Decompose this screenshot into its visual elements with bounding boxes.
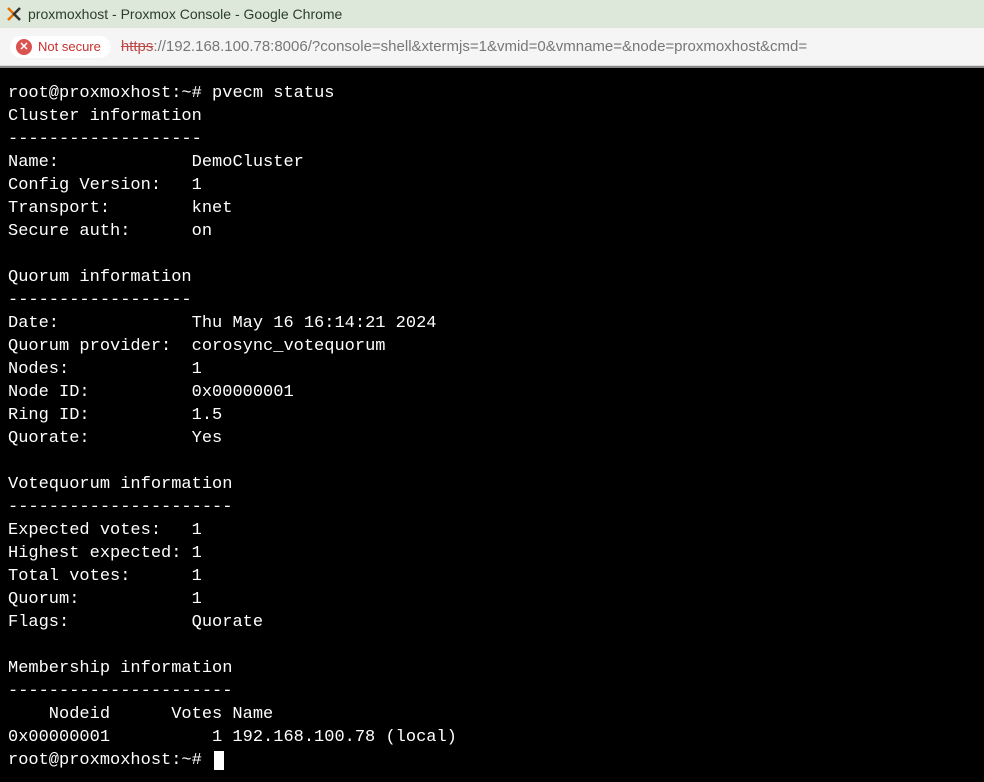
- config-version-label: Config Version:: [8, 176, 192, 195]
- node-id-label: Node ID:: [8, 383, 192, 402]
- secure-auth-value: on: [192, 222, 212, 241]
- expected-votes-value: 1: [192, 521, 202, 540]
- ring-id-label: Ring ID:: [8, 406, 192, 425]
- nodes-label: Nodes:: [8, 360, 192, 379]
- command-text: pvecm status: [212, 84, 334, 103]
- not-secure-label: Not secure: [38, 39, 101, 54]
- flags-value: Quorate: [192, 613, 274, 632]
- ring-id-value: 1.5: [192, 406, 223, 425]
- quorum-provider-label: Quorum provider:: [8, 337, 192, 356]
- url-rest: ://192.168.100.78:8006/?console=shell&xt…: [153, 38, 807, 55]
- highest-expected-value: 1: [192, 544, 202, 563]
- votequorum-info-header: Votequorum information: [8, 475, 232, 494]
- divider: ----------------------: [8, 682, 232, 701]
- transport-label: Transport:: [8, 199, 192, 218]
- url-scheme: https: [121, 38, 154, 55]
- cursor: [214, 751, 224, 770]
- total-votes-label: Total votes:: [8, 567, 192, 586]
- address-bar[interactable]: ✕ Not secure https://192.168.100.78:8006…: [0, 28, 984, 66]
- url-text[interactable]: https://192.168.100.78:8006/?console=she…: [121, 38, 807, 55]
- secure-auth-label: Secure auth:: [8, 222, 192, 241]
- terminal[interactable]: root@proxmoxhost:~# pvecm status Cluster…: [0, 66, 984, 782]
- cluster-info-header: Cluster information: [8, 107, 202, 126]
- window-title: proxmoxhost - Proxmox Console - Google C…: [28, 6, 342, 22]
- divider: ----------------------: [8, 498, 232, 517]
- quorate-label: Quorate:: [8, 429, 192, 448]
- expected-votes-label: Expected votes:: [8, 521, 192, 540]
- total-votes-value: 1: [192, 567, 202, 586]
- highest-expected-label: Highest expected:: [8, 544, 192, 563]
- divider: ------------------: [8, 291, 192, 310]
- window-titlebar: proxmoxhost - Proxmox Console - Google C…: [0, 0, 984, 28]
- shell-prompt: root@proxmoxhost:~#: [8, 751, 212, 770]
- config-version-value: 1: [192, 176, 202, 195]
- quorate-value: Yes: [192, 429, 223, 448]
- flags-label: Flags:: [8, 613, 192, 632]
- quorum-value: 1: [192, 590, 223, 609]
- membership-info-header: Membership information: [8, 659, 232, 678]
- quorum-provider-value: corosync_votequorum: [192, 337, 386, 356]
- cluster-name-label: Name:: [8, 153, 192, 172]
- quorum-info-header: Quorum information: [8, 268, 192, 287]
- proxmox-icon: [6, 6, 22, 22]
- date-value: Thu May 16 16:14:21 2024: [192, 314, 437, 333]
- nodes-value: 1: [192, 360, 202, 379]
- membership-columns: Nodeid Votes Name: [8, 705, 273, 724]
- cluster-name-value: DemoCluster: [192, 153, 304, 172]
- shell-prompt: root@proxmoxhost:~#: [8, 84, 212, 103]
- node-id-value: 0x00000001: [192, 383, 294, 402]
- membership-row: 0x00000001 1 192.168.100.78 (local): [8, 728, 457, 747]
- quorum-label: Quorum:: [8, 590, 192, 609]
- divider: -------------------: [8, 130, 202, 149]
- not-secure-badge[interactable]: ✕ Not secure: [10, 36, 111, 58]
- date-label: Date:: [8, 314, 192, 333]
- transport-value: knet: [192, 199, 233, 218]
- warning-icon: ✕: [16, 39, 32, 55]
